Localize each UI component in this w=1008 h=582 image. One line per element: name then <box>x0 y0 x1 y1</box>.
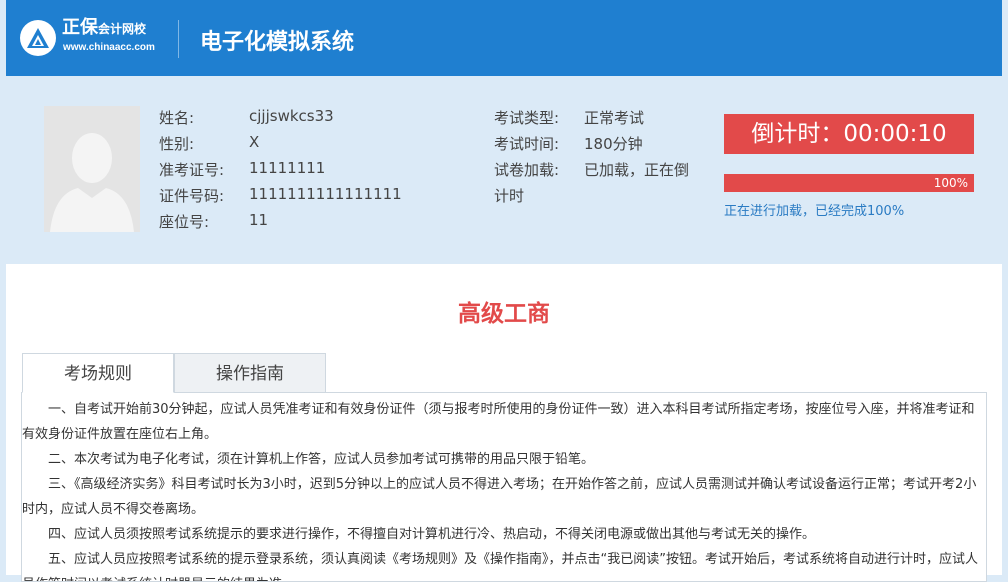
ticket-value: 11111111 <box>249 159 326 177</box>
countdown-timer: 倒计时：00:00:10 <box>724 114 974 154</box>
subject-title: 高级工商 <box>458 301 550 327</box>
logo-icon <box>20 20 56 56</box>
id-value: 1111111111111111 <box>249 185 402 203</box>
brand-name: 正保会计网校 <box>62 17 147 38</box>
gender-value: X <box>249 133 260 151</box>
main-panel: 高级工商 考场规则 操作指南 一、自考试开始前30分钟起，应试人员凭准考证和有效… <box>6 264 1002 582</box>
rule-item: 一、自考试开始前30分钟起，应试人员凭准考证和有效身份证件（须与报考时所使用的身… <box>22 402 975 442</box>
tab-operation-guide[interactable]: 操作指南 <box>174 353 326 393</box>
exam-type-value: 正常考试 <box>584 109 645 127</box>
rule-item: 五、应试人员应按照考试系统的提示登录系统，须认真阅读《考场规则》及《操作指南》，… <box>22 552 978 581</box>
seat-value: 11 <box>249 211 269 229</box>
candidate-info-panel: 姓名: cjjjswkcs33 性别: X 准考证号: 11111111 证件号… <box>6 76 1002 264</box>
seat-label: 座位号: <box>159 213 210 231</box>
rule-item: 三、《高级经济实务》科目考试时长为3小时，迟到5分钟以上的应试人员不得进入考场；… <box>22 477 977 517</box>
exam-type-label: 考试类型: <box>494 109 560 127</box>
rule-item: 二、本次考试为电子化考试，须在计算机上作答，应试人员参加考试可携带的用品只限于铅… <box>48 452 595 467</box>
tab-exam-rules[interactable]: 考场规则 <box>22 353 174 393</box>
load-progress-bar: 100% <box>724 174 974 192</box>
rule-item: 四、应试人员须按照考试系统提示的要求进行操作，不得擅自对计算机进行冷、热启动，不… <box>48 527 816 542</box>
name-value: cjjjswkcs33 <box>249 107 334 125</box>
load-status-text: 正在进行加载，已经完成100% <box>724 204 905 219</box>
gender-label: 性别: <box>159 135 195 153</box>
paper-load-value-cont: 计时 <box>494 187 525 205</box>
avatar <box>44 106 140 232</box>
app-header: 正保会计网校 www.chinaacc.com 电子化模拟系统 <box>6 0 1002 76</box>
id-label: 证件号码: <box>159 187 225 205</box>
exam-duration-label: 考试时间: <box>494 135 560 153</box>
name-label: 姓名: <box>159 109 195 127</box>
rules-content[interactable]: 一、自考试开始前30分钟起，应试人员凭准考证和有效身份证件（须与报考时所使用的身… <box>21 392 987 582</box>
system-title: 电子化模拟系统 <box>200 30 355 55</box>
header-divider <box>178 20 179 58</box>
person-placeholder-icon <box>44 106 140 232</box>
exam-duration-value: 180分钟 <box>584 135 643 153</box>
site-url: www.chinaacc.com <box>63 42 155 53</box>
paper-load-label: 试卷加载: <box>494 161 560 179</box>
ticket-label: 准考证号: <box>159 161 225 179</box>
load-progress-text: 100% <box>933 176 968 190</box>
paper-load-value: 已加载，正在倒 <box>584 161 690 179</box>
